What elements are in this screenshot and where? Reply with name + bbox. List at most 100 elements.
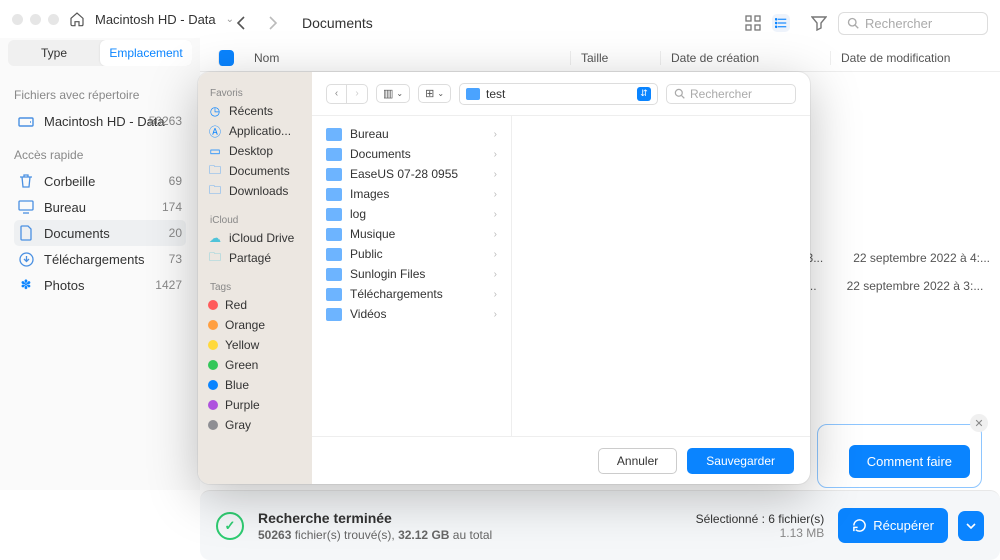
folder-item[interactable]: Vidéos › xyxy=(312,304,511,324)
tag-label: Orange xyxy=(225,318,265,332)
tag-item[interactable]: Purple xyxy=(198,395,312,415)
howto-button[interactable]: Comment faire xyxy=(849,445,970,478)
side-heading-icloud: iCloud xyxy=(198,209,312,228)
folder-item[interactable]: Public› xyxy=(312,244,511,264)
breadcrumb[interactable]: Macintosh HD - Data ⌄ xyxy=(69,11,234,27)
folder-label: EaseUS 07-28 0955 xyxy=(350,167,458,181)
sidebar-item-count: 69 xyxy=(169,174,182,188)
side-item-icloud-drive[interactable]: ☁iCloud Drive xyxy=(198,228,312,248)
folder-item[interactable]: Bureau › xyxy=(312,124,511,144)
side-item-shared[interactable]: 🗀Partagé xyxy=(198,248,312,268)
sidebar-item-count: 73 xyxy=(169,252,182,266)
home-icon xyxy=(69,11,85,27)
select-all-checkbox[interactable] xyxy=(218,50,234,66)
desktop-icon: ▭ xyxy=(208,144,222,158)
folder-item[interactable]: log› xyxy=(312,204,511,224)
nav-back[interactable]: ‹ xyxy=(327,85,347,103)
nav-back-button[interactable] xyxy=(230,12,252,34)
folder-item[interactable]: Musique › xyxy=(312,224,511,244)
tag-dot-icon xyxy=(208,360,218,370)
save-dialog: Favoris ◷Récents ⒶApplicatio... ▭Desktop… xyxy=(198,72,810,484)
search-icon xyxy=(674,88,685,99)
sidebar-item-trash[interactable]: Corbeille 69 xyxy=(14,168,186,194)
table-row[interactable]: à... 22 septembre 2022 à 3:... xyxy=(800,272,990,300)
nav-fwd[interactable]: › xyxy=(347,85,367,103)
folder-icon: 🗀 xyxy=(208,184,222,198)
folder-item[interactable]: Documents› xyxy=(312,144,511,164)
updown-icon: ⇵ xyxy=(637,87,651,101)
tag-item[interactable]: Orange xyxy=(198,315,312,335)
grid-view-button[interactable] xyxy=(744,14,762,32)
folder-icon xyxy=(326,188,342,201)
chevron-right-icon: › xyxy=(494,309,497,320)
folder-label: Bureau xyxy=(350,127,389,141)
group-button[interactable]: ⊞⌄ xyxy=(418,84,451,103)
tag-label: Yellow xyxy=(225,338,259,352)
filter-button[interactable] xyxy=(810,14,828,32)
columns-view-button[interactable]: ▥⌄ xyxy=(376,84,410,103)
folder-icon xyxy=(326,128,342,141)
cancel-button[interactable]: Annuler xyxy=(598,448,677,474)
minimize-dot[interactable] xyxy=(30,14,41,25)
columns-icon: ▥ xyxy=(383,87,393,100)
side-item-documents[interactable]: 🗀Documents xyxy=(198,161,312,181)
tab-location[interactable]: Emplacement xyxy=(100,40,192,66)
close-dot[interactable] xyxy=(12,14,23,25)
col-size[interactable]: Taille xyxy=(570,51,660,65)
nav-forward-button[interactable] xyxy=(262,12,284,34)
tag-item[interactable]: Blue xyxy=(198,375,312,395)
zoom-dot[interactable] xyxy=(48,14,59,25)
side-item-downloads[interactable]: 🗀Downloads xyxy=(198,181,312,201)
sidebar-item-desktop[interactable]: Bureau 174 xyxy=(14,194,186,220)
recover-button[interactable]: Récupérer xyxy=(838,508,948,543)
sidebar-item-count: 174 xyxy=(162,200,182,214)
recover-dropdown[interactable] xyxy=(958,511,984,541)
folder-item[interactable]: Sunlogin Files› xyxy=(312,264,511,284)
dialog-nav[interactable]: ‹ › xyxy=(326,84,368,104)
window-controls[interactable] xyxy=(12,14,59,25)
folder-label: Vidéos xyxy=(350,307,386,321)
location-dropdown[interactable]: test ⇵ xyxy=(459,83,658,105)
col-created[interactable]: Date de création xyxy=(660,51,830,65)
dialog-search[interactable]: Rechercher xyxy=(666,84,796,104)
col-name[interactable]: Nom xyxy=(244,51,570,65)
chevron-right-icon: › xyxy=(494,289,497,300)
folder-item[interactable]: Images› xyxy=(312,184,511,204)
list-view-button[interactable] xyxy=(772,14,790,32)
folder-label: Images xyxy=(350,187,389,201)
folder-icon xyxy=(326,228,342,241)
tag-item[interactable]: Yellow xyxy=(198,335,312,355)
tag-item[interactable]: Gray xyxy=(198,415,312,435)
howto-close[interactable]: ✕ xyxy=(970,414,988,432)
breadcrumb-volume: Macintosh HD - Data xyxy=(95,12,216,27)
sidebar-item-downloads[interactable]: Téléchargements 73 xyxy=(14,246,186,272)
search-input-main[interactable]: Rechercher xyxy=(838,12,988,35)
tag-label: Purple xyxy=(225,398,260,412)
sidebar-item-photos[interactable]: ✽ Photos 1427 xyxy=(14,272,186,298)
folder-column: Bureau›Documents›EaseUS 07-28 0955›Image… xyxy=(312,116,512,436)
side-item-recents[interactable]: ◷Récents xyxy=(198,101,312,121)
col-modified[interactable]: Date de modification xyxy=(830,51,1000,65)
tag-label: Gray xyxy=(225,418,251,432)
tag-item[interactable]: Green xyxy=(198,355,312,375)
save-button[interactable]: Sauvegarder xyxy=(687,448,794,474)
chevron-right-icon: › xyxy=(494,229,497,240)
tag-dot-icon xyxy=(208,340,218,350)
folder-item[interactable]: Téléchargements› xyxy=(312,284,511,304)
group-icon: ⊞ xyxy=(425,87,434,100)
chevron-right-icon: › xyxy=(494,269,497,280)
table-row[interactable]: 13... 22 septembre 2022 à 4:... xyxy=(800,244,990,272)
drive-item[interactable]: Macintosh HD - Data 50263 xyxy=(14,108,186,134)
segmented-control[interactable]: Type Emplacement xyxy=(8,40,192,66)
tab-type[interactable]: Type xyxy=(8,40,100,66)
tag-item[interactable]: Red xyxy=(198,295,312,315)
folder-icon xyxy=(466,88,480,100)
side-heading-tags: Tags xyxy=(198,276,312,295)
chevron-left-icon xyxy=(236,16,246,30)
sidebar-item-documents[interactable]: Documents 20 xyxy=(14,220,186,246)
folder-label: Musique xyxy=(350,227,395,241)
chevron-right-icon: › xyxy=(494,129,497,140)
side-item-applications[interactable]: ⒶApplicatio... xyxy=(198,121,312,141)
side-item-desktop[interactable]: ▭Desktop xyxy=(198,141,312,161)
folder-item[interactable]: EaseUS 07-28 0955› xyxy=(312,164,511,184)
